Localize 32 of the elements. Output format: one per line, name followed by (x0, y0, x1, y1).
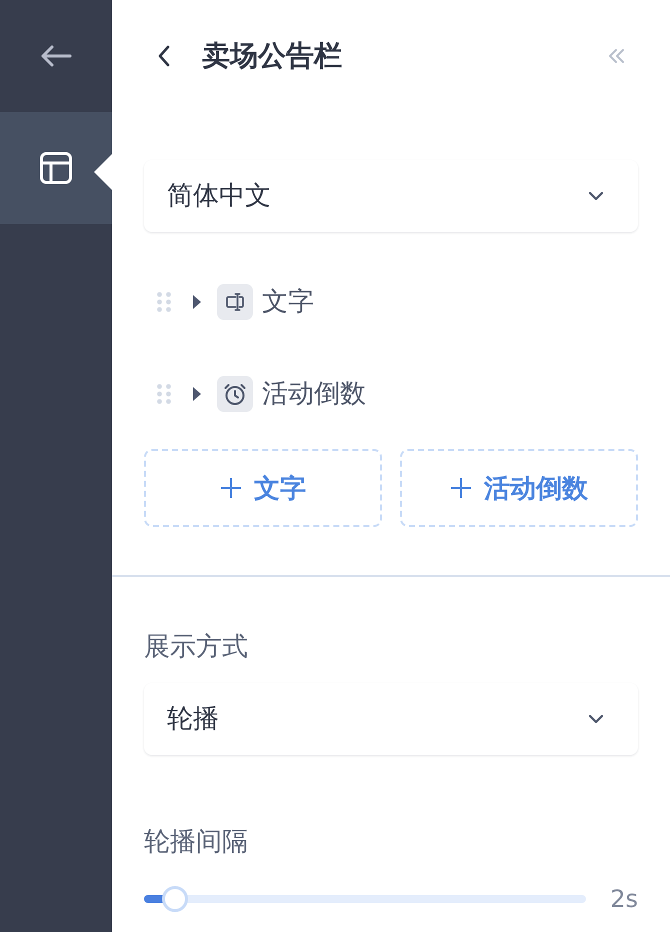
chevron-down-icon (588, 714, 604, 724)
layout-tab[interactable] (0, 112, 112, 224)
alarm-clock-icon (217, 376, 253, 412)
panel-title: 卖场公告栏 (202, 38, 342, 74)
field-label: 展示方式 (144, 631, 248, 664)
display-mode-select[interactable]: 轮播 (144, 683, 638, 755)
back-arrow-icon (40, 45, 72, 67)
double-chevron-left-icon (608, 48, 625, 64)
add-element-button[interactable]: 文字 (144, 449, 382, 527)
select-value: 轮播 (167, 703, 219, 736)
layout-icon (40, 152, 72, 184)
language-select[interactable]: 简体中文 (144, 160, 638, 232)
text-cursor-icon (217, 284, 253, 320)
caret-icon[interactable] (193, 387, 201, 401)
drag-handle-icon[interactable] (157, 292, 171, 312)
element-label[interactable]: 活动倒数 (262, 376, 366, 412)
field-label: 轮播间隔 (144, 826, 248, 859)
plus-icon (450, 477, 472, 499)
back-button[interactable] (157, 45, 171, 67)
plus-icon (220, 477, 242, 499)
caret-icon[interactable] (193, 295, 201, 309)
interval-slider-track[interactable] (144, 886, 586, 912)
selection-notch-icon (94, 154, 112, 190)
collapse-button[interactable] (608, 48, 625, 64)
select-value: 简体中文 (167, 180, 271, 213)
add-element-button[interactable]: 活动倒数 (400, 449, 638, 527)
slider-thumb[interactable] (162, 886, 188, 912)
element-label[interactable]: 文字 (262, 284, 314, 320)
drag-handle-icon[interactable] (157, 384, 171, 404)
slider-reading: 2s (610, 884, 638, 914)
chevron-down-icon (588, 191, 604, 201)
chevron-left-icon (157, 45, 171, 67)
